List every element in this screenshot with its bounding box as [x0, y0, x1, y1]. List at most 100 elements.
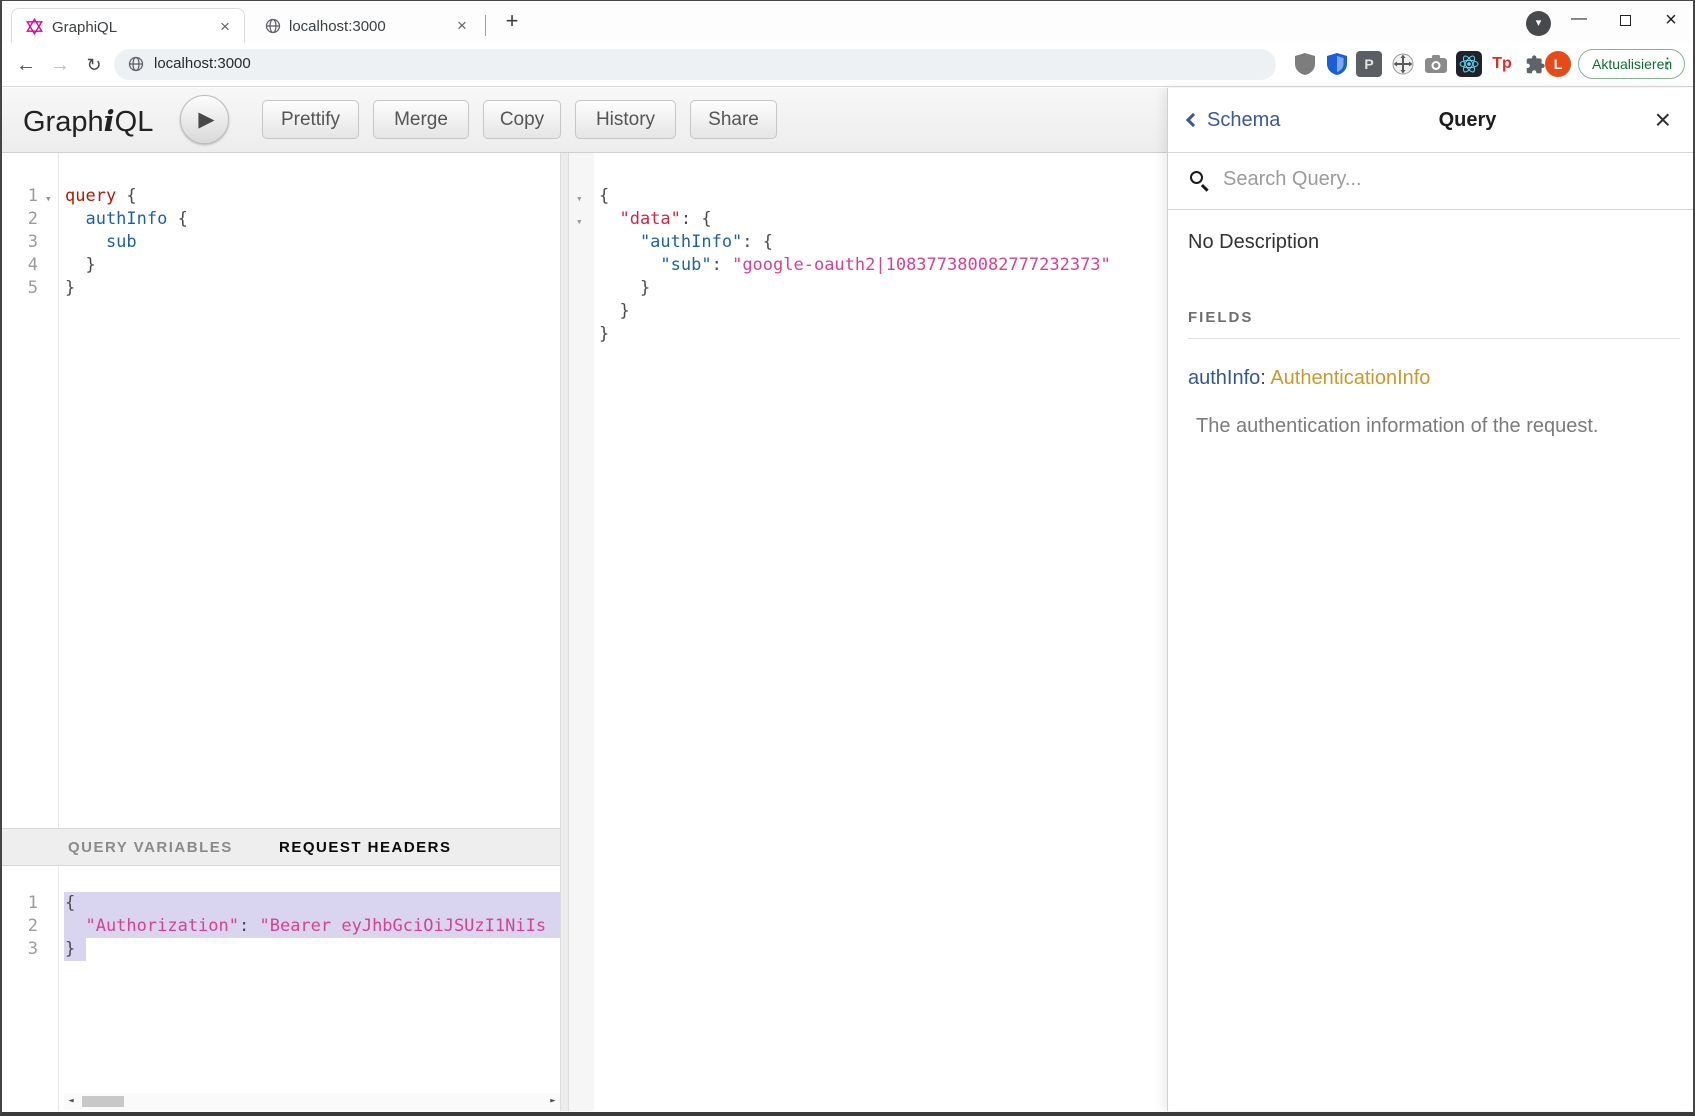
ublock-extension-icon[interactable]	[1292, 51, 1318, 77]
doc-fields-heading: FIELDS	[1188, 309, 1253, 326]
update-chrome-button[interactable]: Aktualisieren ⋮	[1578, 49, 1685, 79]
doc-title: Query	[1280, 109, 1654, 132]
screenshot-camera-extension-icon[interactable]	[1423, 51, 1449, 77]
doc-explorer-header: Schema Query ×	[1168, 88, 1695, 153]
doc-search-box[interactable]: Search Query...	[1168, 153, 1695, 210]
browser-menu-kebab-icon[interactable]: ⋮	[1660, 50, 1675, 78]
doc-explorer-panel: Schema Query × Search Query... No Descri…	[1167, 88, 1695, 1111]
secondary-editor-tabbar: QUERY VARIABLES REQUEST HEADERS	[2, 828, 560, 866]
play-icon: ▶	[198, 108, 214, 131]
code-line: }	[599, 277, 650, 300]
code-line: query {	[65, 185, 137, 208]
globe-icon	[265, 18, 281, 34]
result-viewer[interactable]: ▾ ▾ { "data": { "authInfo": { "sub": "go…	[569, 153, 1167, 1111]
site-info-globe-icon[interactable]	[128, 56, 144, 72]
code-line: sub	[65, 231, 137, 254]
browser-window: GraphiQL × localhost:3000 × + ▾ — × ← → …	[0, 0, 1695, 1116]
code-line: }	[65, 277, 75, 300]
search-icon	[1190, 171, 1203, 184]
fold-arrow-icon[interactable]: ▾	[576, 187, 583, 210]
browser-menu-caret-icon[interactable]: ▾	[1526, 11, 1551, 36]
field-colon: :	[1260, 367, 1266, 389]
code-line: }	[599, 323, 609, 346]
pane-resize-divider[interactable]	[560, 153, 569, 1111]
tab-title: localhost:3000	[289, 18, 386, 35]
profile-avatar[interactable]: L	[1545, 51, 1571, 77]
chevron-left-icon	[1186, 113, 1200, 127]
browser-titlebar: GraphiQL × localhost:3000 × + ▾ — ×	[2, 1, 1693, 43]
url-text[interactable]: localhost:3000	[154, 55, 251, 72]
code-line: "data": {	[599, 208, 712, 231]
bitwarden-extension-icon[interactable]	[1324, 51, 1350, 77]
doc-back-link[interactable]: Schema	[1188, 109, 1280, 132]
address-bar[interactable]: localhost:3000	[114, 49, 1276, 80]
photopea-extension-icon[interactable]: P	[1356, 51, 1382, 77]
tab-close-icon[interactable]: ×	[220, 17, 230, 37]
field-name-link[interactable]: authInfo	[1188, 367, 1260, 389]
fold-arrow-icon[interactable]: ▾	[45, 187, 52, 210]
line-number: 3	[2, 938, 38, 961]
copy-button[interactable]: Copy	[483, 100, 561, 139]
execute-query-button[interactable]: ▶	[180, 95, 229, 144]
doc-field-item: authInfo: AuthenticationInfo	[1188, 367, 1430, 390]
line-number: 2	[2, 915, 38, 938]
line-number: 5	[2, 277, 38, 300]
tab-localhost[interactable]: localhost:3000 ×	[247, 8, 482, 43]
gutter-divider	[58, 866, 59, 1111]
horizontal-scrollbar[interactable]: ◄ ►	[64, 1093, 560, 1110]
move-tool-extension-icon[interactable]	[1390, 51, 1416, 77]
code-line: "authInfo": {	[599, 231, 773, 254]
graphiql-logo: GraphiQL	[23, 104, 153, 139]
prettify-button[interactable]: Prettify	[262, 100, 359, 139]
field-type-link[interactable]: AuthenticationInfo	[1270, 367, 1430, 389]
maximize-icon	[1620, 15, 1631, 26]
window-maximize-button[interactable]	[1610, 8, 1640, 34]
reload-button[interactable]: ↻	[78, 49, 110, 81]
scroll-left-arrow-icon[interactable]: ◄	[64, 1093, 78, 1110]
gutter-divider	[58, 153, 59, 828]
window-close-button[interactable]: ×	[1656, 8, 1686, 34]
doc-search-placeholder: Search Query...	[1223, 168, 1362, 191]
share-button[interactable]: Share	[690, 100, 777, 139]
line-number: 2	[2, 208, 38, 231]
code-line: "sub": "google-oauth2|108377380082777232…	[599, 254, 1111, 277]
text-selection-highlight	[64, 892, 560, 915]
query-editor[interactable]: 1 2 3 4 5 ▾ query { authInfo { sub } }	[2, 153, 560, 828]
graphql-logo-icon	[26, 18, 43, 35]
code-line: {	[599, 185, 609, 208]
doc-back-label: Schema	[1207, 109, 1280, 132]
code-line: }	[599, 300, 630, 323]
line-number: 1	[2, 892, 38, 915]
react-devtools-extension-icon[interactable]	[1456, 51, 1482, 77]
new-tab-button[interactable]: +	[498, 7, 526, 35]
fields-divider	[1188, 338, 1680, 339]
tab-query-variables[interactable]: QUERY VARIABLES	[68, 839, 233, 856]
field-description: The authentication information of the re…	[1196, 415, 1598, 438]
tab-close-icon[interactable]: ×	[457, 16, 467, 36]
back-button[interactable]: ←	[10, 49, 42, 81]
tab-title: GraphiQL	[52, 19, 117, 36]
line-number: 1	[2, 185, 38, 208]
doc-close-button[interactable]: ×	[1655, 110, 1671, 130]
forward-button[interactable]: →	[44, 49, 76, 81]
code-line: authInfo {	[65, 208, 188, 231]
history-button[interactable]: History	[575, 100, 676, 139]
line-number: 4	[2, 254, 38, 277]
line-number: 3	[2, 231, 38, 254]
scrollbar-thumb[interactable]	[82, 1096, 124, 1107]
fold-arrow-icon[interactable]: ▾	[576, 210, 583, 233]
code-line: "Authorization": "Bearer eyJhbGciOiJSUzI…	[65, 915, 546, 938]
browser-navbar: ← → ↻ localhost:3000 P Tp L	[2, 43, 1693, 87]
tab-graphiql[interactable]: GraphiQL ×	[11, 8, 245, 43]
code-line: {	[65, 892, 75, 915]
scroll-right-arrow-icon[interactable]: ►	[546, 1093, 560, 1110]
fold-gutter	[569, 153, 594, 1111]
graphiql-toolbar: GraphiQL ▶ Prettify Merge Copy History S…	[2, 88, 1167, 153]
tab-request-headers[interactable]: REQUEST HEADERS	[279, 839, 452, 856]
window-minimize-button[interactable]: —	[1564, 8, 1594, 34]
request-headers-editor[interactable]: 1 2 3 { "Authorization": "Bearer eyJhbGc…	[2, 866, 560, 1111]
code-line: }	[65, 938, 75, 961]
tampermonkey-extension-icon[interactable]: Tp	[1489, 51, 1515, 77]
merge-button[interactable]: Merge	[373, 100, 469, 139]
doc-no-description: No Description	[1188, 231, 1319, 254]
